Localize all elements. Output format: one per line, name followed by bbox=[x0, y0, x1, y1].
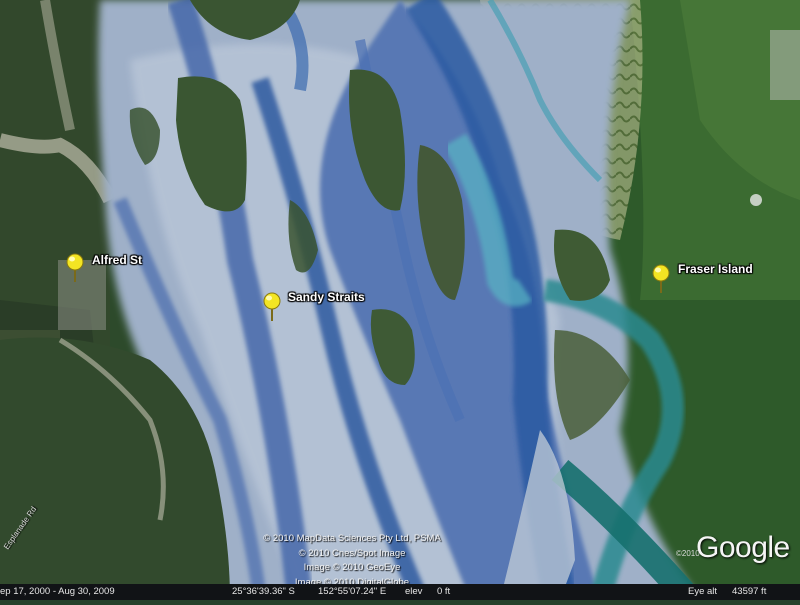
placemark-label-alfred-st[interactable]: Alfred St bbox=[92, 253, 142, 267]
elevation-value: 0 ft bbox=[437, 586, 451, 597]
status-bar: ep 17, 2000 - Aug 30, 2009 25°36'39.36" … bbox=[0, 584, 800, 600]
eye-altitude-label: Eye alt bbox=[688, 586, 718, 597]
copyright-line: © 2010 MapData Sciences Pty Ltd, PSMA bbox=[263, 533, 441, 544]
google-logo: Google bbox=[696, 531, 790, 564]
imagery-date-range: ep 17, 2000 - Aug 30, 2009 bbox=[0, 586, 115, 597]
pushpin-icon bbox=[263, 292, 281, 321]
eye-altitude-value: 43597 ft bbox=[732, 586, 767, 597]
imagery-copyright: © 2010 MapData Sciences Pty Ltd, PSMA © … bbox=[252, 532, 452, 590]
satellite-imagery bbox=[0, 0, 800, 605]
copyright-line: © 2010 Cnes/Spot Image bbox=[298, 547, 406, 559]
latitude-readout: 25°36'39.36" S bbox=[232, 586, 295, 597]
placemark-label-sandy-straits[interactable]: Sandy Straits bbox=[288, 290, 365, 304]
placemark-label-fraser-island[interactable]: Fraser Island bbox=[678, 262, 753, 276]
pushpin-icon bbox=[66, 253, 84, 282]
elevation-label: elev bbox=[405, 586, 423, 597]
placemark-pin-icon[interactable] bbox=[261, 291, 283, 321]
longitude-readout: 152°55'07.24" E bbox=[318, 586, 387, 597]
copyright-line: Image © 2010 GeoEye bbox=[303, 562, 401, 573]
pushpin-icon bbox=[652, 264, 670, 293]
placemark-pin-icon[interactable] bbox=[650, 263, 672, 293]
satellite-map[interactable]: Esplanade Rd Alfred St Sandy Straits Fra… bbox=[0, 0, 800, 605]
placemark-pin-icon[interactable] bbox=[64, 252, 86, 282]
